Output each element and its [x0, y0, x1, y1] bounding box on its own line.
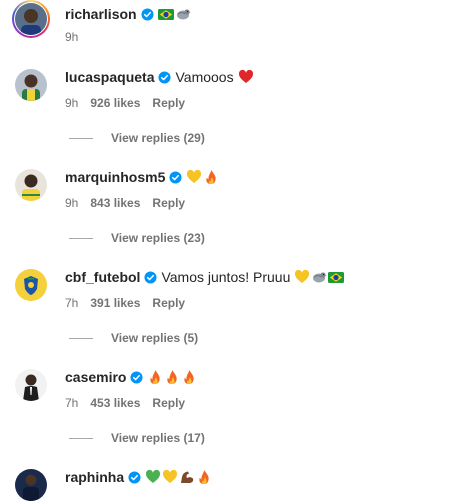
fire-icon [184, 370, 195, 384]
comment-likes[interactable]: 926 likes [90, 96, 140, 110]
comment-likes[interactable]: 391 likes [90, 296, 140, 310]
avatar[interactable] [15, 3, 47, 35]
brazil-flag-icon [328, 272, 345, 283]
post-header: richarlison 9h [0, 0, 467, 50]
verified-badge-icon [158, 70, 172, 84]
view-replies-button[interactable]: View replies (29) [69, 131, 205, 145]
divider [69, 137, 93, 139]
yellow-heart-icon [187, 169, 202, 183]
verified-badge-icon [130, 370, 144, 384]
comment-emojis [145, 469, 213, 485]
divider [69, 237, 93, 239]
comment-username[interactable]: casemiro [65, 369, 126, 385]
comment-text: Vamooos [175, 69, 234, 85]
post-username[interactable]: richarlison [65, 6, 137, 22]
reply-button[interactable]: Reply [152, 296, 185, 310]
flexed-biceps-icon [181, 471, 194, 483]
avatar[interactable] [15, 69, 47, 101]
divider [69, 437, 93, 439]
story-ring[interactable] [12, 0, 50, 38]
comment-username[interactable]: cbf_futebol [65, 269, 140, 285]
view-replies-label: View replies (29) [111, 131, 205, 145]
comment-username[interactable]: lucaspaqueta [65, 69, 154, 85]
divider [69, 337, 93, 339]
comment-emojis [147, 369, 198, 385]
avatar[interactable] [15, 269, 47, 301]
fire-icon [199, 470, 209, 484]
avatar[interactable] [15, 469, 47, 501]
comment-username[interactable]: raphinha [65, 469, 124, 485]
pigeon-icon [313, 272, 328, 283]
comment-likes[interactable]: 453 likes [90, 396, 140, 410]
fire-icon [167, 370, 178, 384]
avatar[interactable] [15, 169, 47, 201]
comment-emojis [238, 69, 255, 85]
fire-icon [206, 170, 217, 184]
verified-badge-icon [169, 170, 182, 184]
verified-badge-icon [141, 7, 154, 21]
verified-badge-icon [144, 270, 157, 284]
yellow-heart-icon [295, 269, 310, 283]
reply-button[interactable]: Reply [152, 196, 185, 210]
brazil-flag-icon [157, 9, 174, 20]
red-heart-icon [238, 69, 253, 83]
reply-button[interactable]: Reply [152, 96, 185, 110]
comment-emojis [294, 269, 345, 285]
comment-time: 7h [65, 396, 79, 410]
view-replies-button[interactable]: View replies (23) [69, 231, 205, 245]
view-replies-label: View replies (23) [111, 231, 205, 245]
comment-time: 9h [65, 196, 79, 210]
view-replies-button[interactable]: View replies (5) [69, 331, 198, 345]
comment-time: 9h [65, 96, 79, 110]
post-time: 9h [65, 30, 79, 44]
green-heart-icon [146, 469, 161, 483]
comment-username[interactable]: marquinhosm5 [65, 169, 165, 185]
comment-likes[interactable]: 843 likes [90, 196, 140, 210]
reply-button[interactable]: Reply [152, 396, 185, 410]
post-emojis [157, 6, 192, 22]
yellow-heart-icon [163, 469, 178, 483]
view-replies-button[interactable]: View replies (17) [69, 431, 205, 445]
comment-emojis [186, 169, 220, 185]
avatar[interactable] [15, 369, 47, 401]
view-replies-label: View replies (17) [111, 431, 205, 445]
pigeon-icon [176, 9, 191, 20]
comment-time: 7h [65, 296, 79, 310]
comment-text: Vamos juntos! Pruuu [161, 269, 291, 285]
verified-badge-icon [128, 470, 141, 484]
fire-icon [150, 370, 161, 384]
view-replies-label: View replies (5) [111, 331, 199, 345]
